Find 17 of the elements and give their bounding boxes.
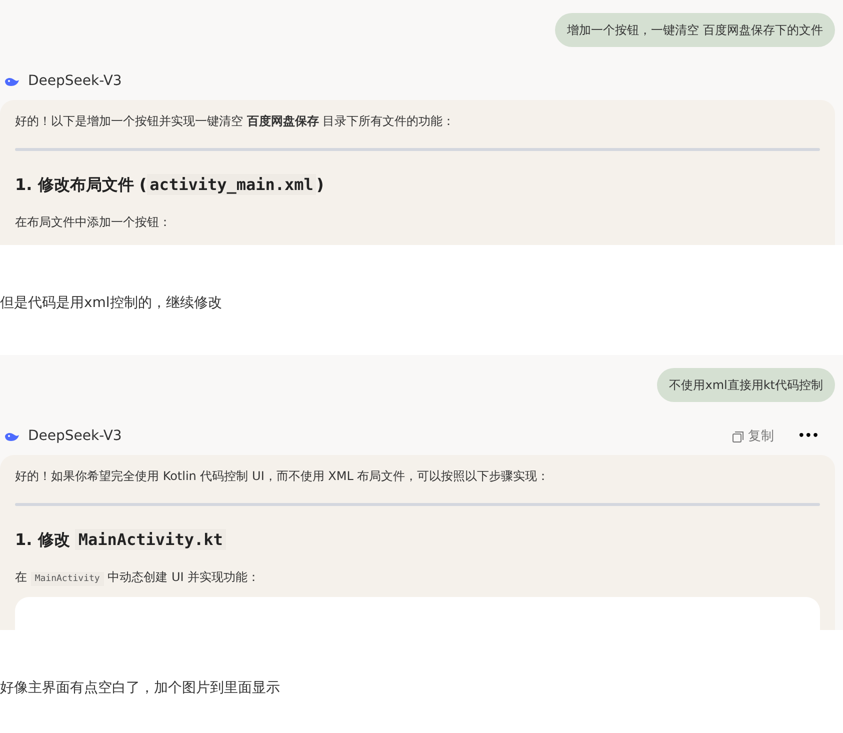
- intro-text: 好的！以下是增加一个按钮并实现一键清空 百度网盘保存 目录下所有文件的功能：: [15, 113, 456, 130]
- whale-icon: [4, 430, 20, 442]
- instruction-text: 在布局文件中添加一个按钮：: [15, 214, 172, 231]
- model-name: DeepSeek-V3: [28, 427, 122, 446]
- more-button[interactable]: •••: [798, 428, 819, 445]
- user-message: 不使用xml直接用kt代码控制: [657, 368, 835, 402]
- section-heading: 1. 修改布局文件 ( activity_main.xml ): [15, 173, 325, 197]
- whale-icon: [4, 76, 20, 88]
- model-name: DeepSeek-V3: [28, 72, 122, 91]
- instruction-text: 在 MainActivity 中动态创建 UI 并实现功能：: [15, 569, 261, 586]
- section-heading: 1. 修改 MainActivity.kt: [15, 528, 820, 552]
- prompt-text: 但是代码是用xml控制的，继续修改: [0, 294, 223, 313]
- copy-icon: [732, 430, 744, 442]
- intro-text: 好的！如果你希望完全使用 Kotlin 代码控制 UI，而不使用 XML 布局文件，可以按照以下步骤实现：: [15, 468, 550, 485]
- prompt-text: 好像主界面有点空白了，加个图片到里面显示: [0, 679, 281, 698]
- user-message: 增加一个按钮，一键清空 百度网盘保存下的文件: [555, 13, 835, 47]
- copy-button[interactable]: 复制: [748, 426, 774, 446]
